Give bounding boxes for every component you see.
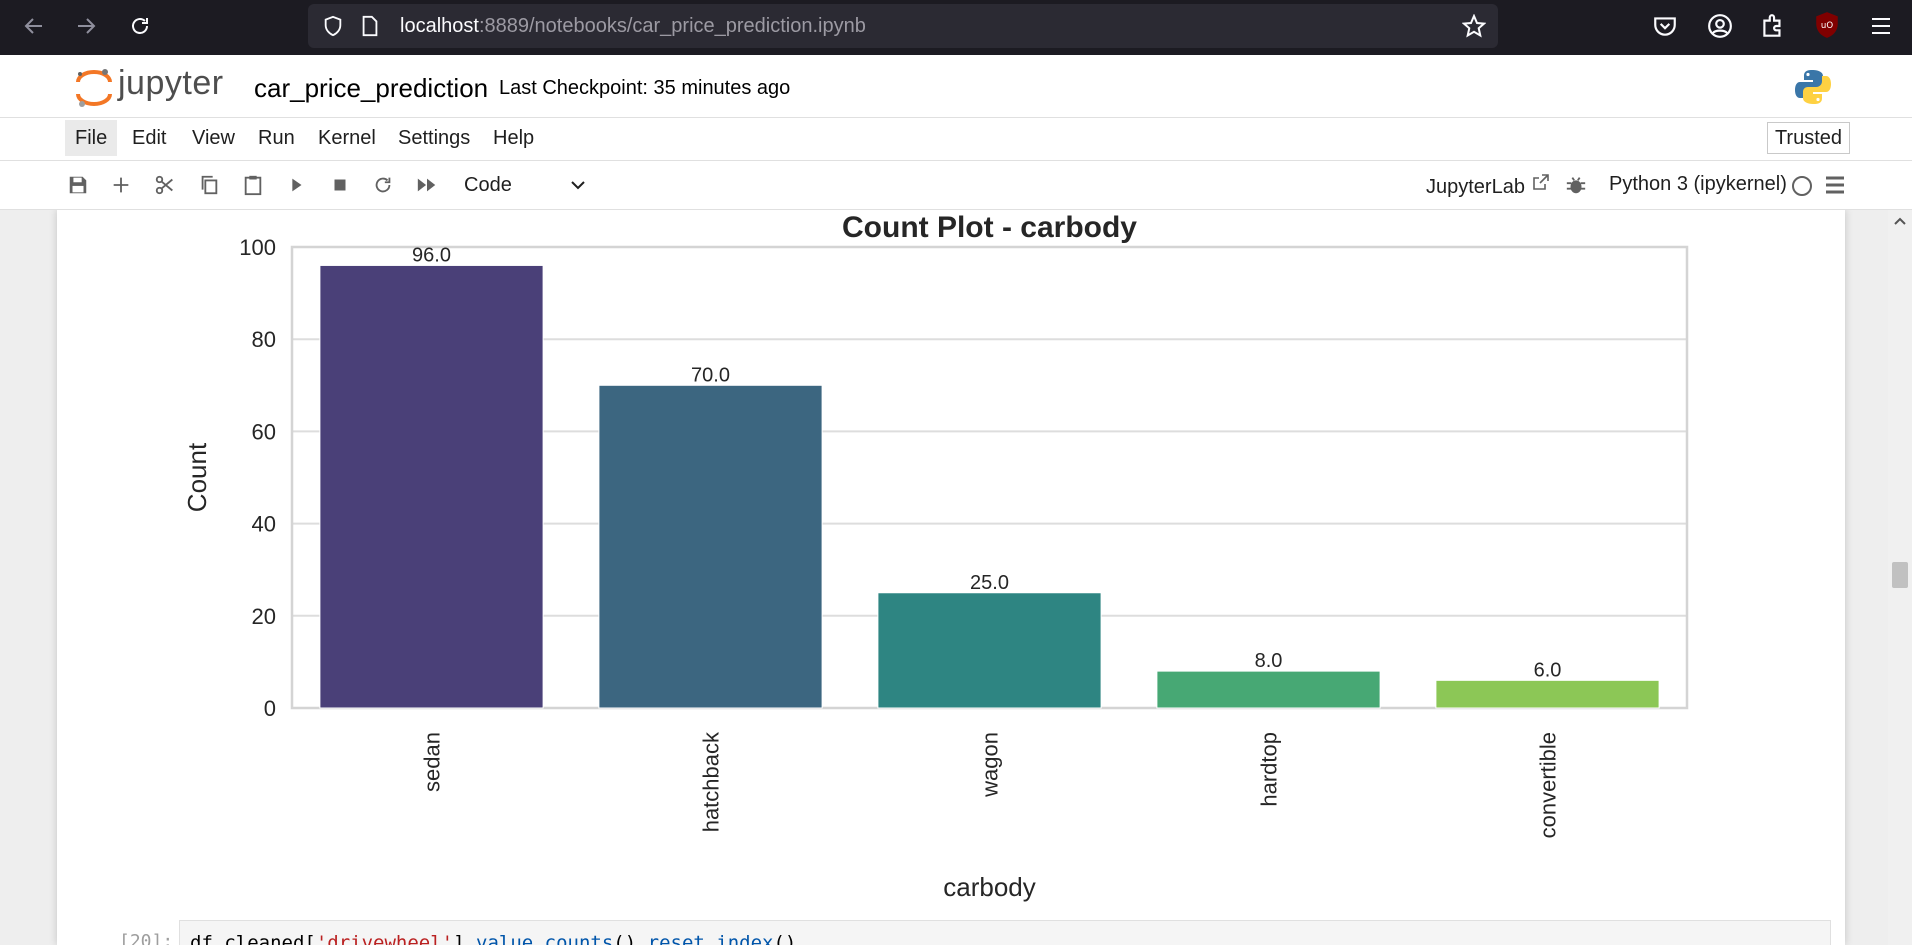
hamburger-menu-icon[interactable] bbox=[1868, 14, 1894, 38]
forward-button[interactable] bbox=[68, 8, 104, 44]
url-text[interactable]: localhost:8889/notebooks/car_price_predi… bbox=[400, 15, 866, 38]
extensions-icon[interactable] bbox=[1760, 12, 1786, 40]
bar-sedan bbox=[319, 264, 544, 709]
page-icon bbox=[362, 15, 378, 37]
bar-wagon bbox=[877, 592, 1102, 709]
scissors-icon bbox=[155, 175, 173, 195]
bar-hardtop bbox=[1156, 670, 1381, 709]
menu-help[interactable]: Help bbox=[483, 120, 544, 156]
scroll-up-arrow-icon[interactable] bbox=[1892, 214, 1908, 228]
code-cell-editor[interactable]: df_cleaned['drivewheel'].value_counts().… bbox=[179, 920, 1831, 945]
plus-icon bbox=[113, 177, 129, 193]
bar-value-label: 8.0 bbox=[1255, 650, 1283, 672]
save-icon bbox=[69, 176, 87, 194]
trusted-indicator[interactable]: Trusted bbox=[1766, 122, 1850, 154]
menu-settings[interactable]: Settings bbox=[388, 120, 480, 156]
debugger-bug-icon[interactable] bbox=[1565, 174, 1587, 196]
play-icon bbox=[292, 178, 302, 192]
save-button[interactable] bbox=[64, 171, 92, 199]
ublock-origin-icon[interactable]: uO bbox=[1814, 11, 1840, 39]
address-bar[interactable]: localhost:8889/notebooks/car_price_predi… bbox=[308, 4, 1498, 48]
insert-cell-button[interactable] bbox=[107, 171, 135, 199]
kernel-name[interactable]: Python 3 (ipykernel) bbox=[1609, 173, 1787, 196]
jupyterlab-label: JupyterLab bbox=[1426, 176, 1525, 198]
menu-view[interactable]: View bbox=[182, 120, 245, 156]
fast-forward-icon bbox=[417, 178, 436, 192]
svg-text:uO: uO bbox=[1821, 21, 1833, 31]
menu-edit[interactable]: Edit bbox=[122, 120, 176, 156]
y-tick-label: 60 bbox=[252, 419, 276, 444]
cell-type-value: Code bbox=[464, 174, 512, 196]
notebook-area: Count Plot - carbody 0 20 40 60 80 100 96.0 seda… bbox=[0, 210, 1912, 945]
restart-run-all-button[interactable] bbox=[413, 171, 441, 199]
kernel-status-idle-icon bbox=[1792, 176, 1812, 196]
y-tick-label: 0 bbox=[264, 696, 276, 721]
account-icon[interactable] bbox=[1707, 13, 1733, 39]
menu-bar: File Edit View Run Kernel Settings Help … bbox=[0, 118, 1912, 161]
x-tick-label: hardtop bbox=[1257, 732, 1282, 807]
stop-icon bbox=[334, 179, 346, 191]
notebook-toolbar: Code JupyterLab Python 3 (ipykernel) bbox=[0, 161, 1912, 210]
bar-value-label: 6.0 bbox=[1534, 659, 1562, 681]
y-axis-label: Count bbox=[182, 442, 212, 512]
copy-button[interactable] bbox=[195, 171, 223, 199]
notebook-panel: Count Plot - carbody 0 20 40 60 80 100 96.0 seda… bbox=[57, 210, 1845, 945]
arrow-right-icon bbox=[78, 18, 96, 34]
reload-icon bbox=[132, 18, 148, 34]
y-tick-label: 80 bbox=[252, 327, 276, 352]
shield-icon bbox=[324, 15, 342, 37]
browser-toolbar: localhost:8889/notebooks/car_price_predi… bbox=[0, 0, 1912, 55]
restart-icon bbox=[375, 177, 391, 193]
menu-kernel[interactable]: Kernel bbox=[308, 120, 386, 156]
bookmark-star-icon[interactable] bbox=[1462, 14, 1486, 38]
paste-button[interactable] bbox=[239, 171, 267, 199]
code-cell-prompt: [20]: bbox=[119, 931, 174, 945]
count-plot-chart: Count Plot - carbody 0 20 40 60 80 100 96.0 seda… bbox=[182, 211, 1689, 902]
bar-value-label: 96.0 bbox=[412, 244, 451, 266]
y-tick-label: 100 bbox=[239, 235, 276, 260]
bar-convertible bbox=[1435, 679, 1660, 709]
pocket-icon[interactable] bbox=[1652, 13, 1678, 39]
notebook-title[interactable]: car_price_prediction bbox=[254, 73, 488, 104]
back-button[interactable] bbox=[16, 8, 52, 44]
menu-run[interactable]: Run bbox=[248, 120, 305, 156]
more-menu-icon[interactable] bbox=[1824, 174, 1846, 196]
restart-button[interactable] bbox=[369, 171, 397, 199]
jupyterlab-link[interactable]: JupyterLab bbox=[1426, 173, 1551, 199]
y-tick-label: 40 bbox=[252, 512, 276, 537]
cut-button[interactable] bbox=[151, 171, 179, 199]
bar-value-label: 70.0 bbox=[691, 364, 730, 386]
x-tick-label: hatchback bbox=[699, 731, 724, 832]
jupyter-logo-text[interactable]: jupyter bbox=[118, 64, 224, 103]
external-link-icon bbox=[1532, 174, 1549, 190]
jupyter-header: jupyter car_price_prediction Last Checkp… bbox=[0, 55, 1912, 118]
clipboard-icon bbox=[244, 175, 262, 196]
cell-type-dropdown[interactable]: Code bbox=[452, 169, 594, 201]
x-tick-label: wagon bbox=[978, 732, 1003, 798]
x-tick-label: sedan bbox=[420, 732, 445, 792]
arrow-left-icon bbox=[24, 18, 42, 34]
x-tick-label: convertible bbox=[1536, 732, 1561, 838]
chart-title: Count Plot - carbody bbox=[842, 211, 1137, 244]
vertical-scrollbar[interactable] bbox=[1888, 210, 1912, 945]
y-tick-label: 20 bbox=[252, 604, 276, 629]
code-line: df_cleaned['drivewheel'].value_counts().… bbox=[190, 932, 797, 945]
x-axis-label: carbody bbox=[943, 872, 1036, 902]
python-logo-icon bbox=[1795, 70, 1831, 104]
copy-icon bbox=[201, 175, 218, 195]
last-checkpoint: Last Checkpoint: 35 minutes ago bbox=[499, 77, 791, 99]
menu-file[interactable]: File bbox=[65, 120, 118, 156]
run-button[interactable] bbox=[282, 171, 310, 199]
interrupt-button[interactable] bbox=[326, 171, 354, 199]
jupyter-logo-icon[interactable] bbox=[74, 66, 114, 108]
reload-button[interactable] bbox=[122, 8, 158, 44]
scrollbar-thumb[interactable] bbox=[1892, 562, 1908, 588]
bar-value-label: 25.0 bbox=[970, 572, 1009, 594]
bar-hatchback bbox=[598, 384, 823, 709]
chevron-down-icon bbox=[571, 181, 585, 190]
